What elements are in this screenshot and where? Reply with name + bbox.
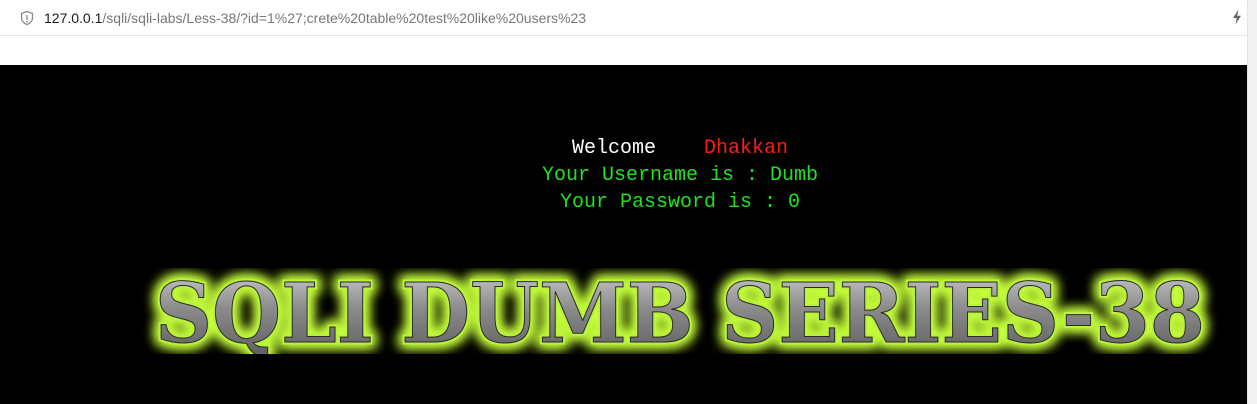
- banner-text: SQLI DUMB SERIES-38: [155, 268, 1205, 354]
- shield-icon[interactable]: [19, 10, 35, 26]
- page-content: Welcome Dhakkan Your Username is : Dumb …: [0, 65, 1247, 404]
- welcome-line: Welcome Dhakkan: [0, 137, 1247, 161]
- url-path: /sqli/sqli-labs/Less-38/?id=1%27;crete%2…: [102, 10, 587, 26]
- url-text[interactable]: 127.0.0.1/sqli/sqli-labs/Less-38/?id=1%2…: [44, 9, 586, 27]
- url-host: 127.0.0.1: [44, 10, 103, 26]
- welcome-name: Dhakkan: [704, 137, 789, 160]
- toolbar-spacer: [0, 36, 1257, 65]
- sqli-dumb-series-banner: SQLI DUMB SERIES-38 SQLI DUMB SERIES-38 …: [150, 268, 1210, 354]
- lightning-icon[interactable]: [1232, 9, 1242, 25]
- password-line: Your Password is : 0: [559, 191, 801, 214]
- welcome-label: Welcome: [571, 137, 656, 160]
- address-bar[interactable]: 127.0.0.1/sqli/sqli-labs/Less-38/?id=1%2…: [0, 0, 1257, 36]
- username-line: Your Username is : Dumb: [541, 164, 819, 187]
- scrollbar[interactable]: [1247, 0, 1257, 404]
